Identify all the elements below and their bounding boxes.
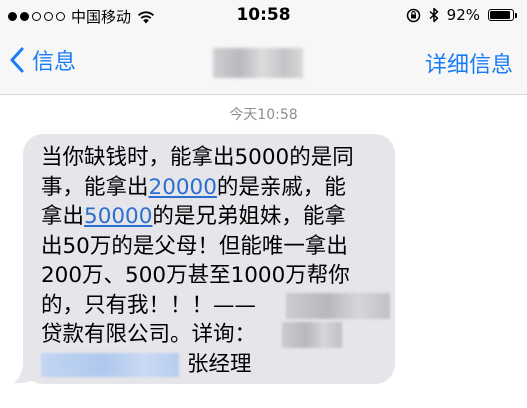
battery-body <box>488 9 514 21</box>
message-line-text: 的，只有我！！！—— <box>41 292 257 318</box>
phone-number-link[interactable]: 50000 <box>84 204 152 229</box>
message-line-text: 事，能拿出 <box>41 174 149 200</box>
rotation-lock-icon <box>406 8 420 22</box>
message-line: 贷款有限公司。详询： <box>41 320 386 350</box>
battery-percent: 92% <box>446 6 480 24</box>
chevron-left-icon <box>10 47 24 73</box>
phone-number-redacted[interactable] <box>41 352 179 377</box>
bluetooth-icon <box>429 7 438 23</box>
message-line-text: 拿出 <box>41 204 85 229</box>
message-line-text: 出50万的是父母！但能唯一拿出 <box>41 233 348 259</box>
message-line: 张经理 <box>41 350 386 380</box>
status-bar: 中国移动 10:58 92% <box>0 0 527 30</box>
message-timestamp: 今天10:58 <box>229 107 298 123</box>
message-line: 出50万的是父母！但能唯一拿出 <box>41 232 386 262</box>
back-button-label: 信息 <box>32 50 77 75</box>
message-line: 200万、500万甚至1000万帮你 <box>41 261 386 291</box>
message-line: 的，只有我！！！—— <box>41 291 391 321</box>
message-line: 拿出50000的是兄弟姐妹，能拿 <box>41 202 386 232</box>
details-button[interactable]: 详细信息 <box>425 47 513 79</box>
message-line: 事，能拿出20000的是亲戚，能 <box>41 173 386 203</box>
contact-name-redacted[interactable] <box>213 48 303 78</box>
status-right: 92% <box>406 6 517 24</box>
message-line-text: 的是兄弟姐妹，能拿 <box>152 204 346 229</box>
battery-fill <box>490 11 511 19</box>
navigation-bar: 信息 详细信息 <box>0 30 527 95</box>
message-line-text: 贷款有限公司。详询： <box>41 322 257 347</box>
battery-icon <box>488 9 517 21</box>
phone-number-link[interactable]: 20000 <box>149 175 217 200</box>
message-line-text: 当你缺钱时，能拿出5000的是同 <box>41 145 354 170</box>
battery-tip <box>515 12 517 18</box>
message-line: 当你缺钱时，能拿出5000的是同 <box>41 143 386 173</box>
message-line-text: 200万、500万甚至1000万帮你 <box>41 263 350 288</box>
message-text: 当你缺钱时，能拿出5000的是同 事，能拿出20000的是亲戚，能 拿出5000… <box>41 143 391 380</box>
company-name-redacted <box>286 292 391 319</box>
message-line-text: 的是亲戚，能 <box>216 174 346 200</box>
message-line-text: 张经理 <box>187 351 252 377</box>
back-button[interactable]: 信息 <box>8 44 76 76</box>
contact-info-redacted <box>282 322 343 348</box>
